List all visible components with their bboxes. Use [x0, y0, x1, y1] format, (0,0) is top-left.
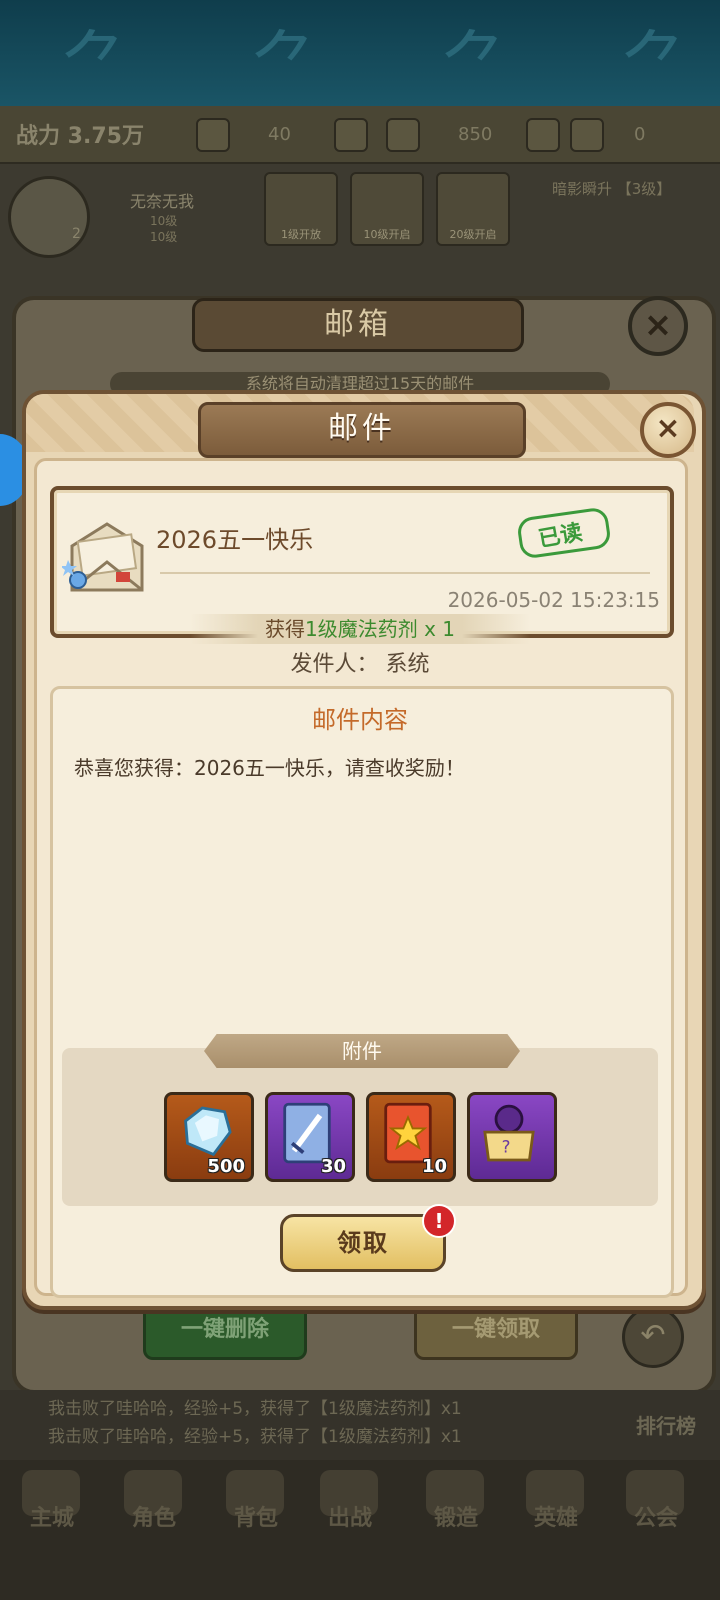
- add-gold-icon[interactable]: [526, 118, 560, 152]
- nav-item-bag[interactable]: 背包: [216, 1500, 296, 1532]
- close-button[interactable]: ×: [640, 402, 696, 458]
- mailbox-title: 邮箱: [192, 298, 524, 352]
- ticket-count: 0: [634, 124, 646, 145]
- nav-item-role[interactable]: 角色: [114, 1500, 194, 1532]
- mystery-chest-icon: ?: [483, 1104, 535, 1162]
- svg-text:?: ?: [502, 1137, 511, 1157]
- attachment-item[interactable]: ?: [467, 1092, 557, 1182]
- player-stat: 10级: [150, 214, 178, 228]
- attachment-item[interactable]: 30: [265, 1092, 355, 1182]
- decor-glyph: ⺈: [620, 23, 690, 105]
- nav-item-home[interactable]: 主城: [12, 1500, 92, 1532]
- slot-label: 20级开启: [449, 228, 497, 241]
- nav-item-hero[interactable]: 英雄: [516, 1500, 596, 1532]
- gold-icon: [386, 118, 420, 152]
- decor-glyph: ⺈: [60, 23, 130, 105]
- hero-slot[interactable]: 20级开启: [436, 172, 510, 246]
- content-body: 恭喜您获得：2026五一快乐，请查收奖励！: [74, 756, 465, 780]
- side-skill-text: 暗影瞬升 【3级】: [552, 180, 672, 198]
- attachment-item[interactable]: 10: [366, 1092, 456, 1182]
- gain-qty: x 1: [417, 617, 455, 641]
- gain-item: 1级魔法药剂: [304, 617, 418, 641]
- nav-item-guild[interactable]: 公会: [616, 1500, 696, 1532]
- gain-notice: 获得1级魔法药剂 x 1: [190, 614, 530, 644]
- slot-label: 1级开放: [281, 228, 321, 241]
- attachment-count: 30: [320, 1156, 346, 1177]
- add-gem-icon[interactable]: [334, 118, 368, 152]
- gain-prefix: 获得: [264, 617, 305, 641]
- slot-label: 10级开启: [363, 228, 411, 241]
- mail-subject: 2026五一快乐: [156, 526, 314, 554]
- attachments-label: 附件: [204, 1034, 520, 1068]
- decor-glyph: ⺈: [440, 23, 510, 105]
- hero-slot[interactable]: 1级开放: [264, 172, 338, 246]
- mailbox-close-button[interactable]: ×: [628, 296, 688, 356]
- rank-label[interactable]: 排行榜: [636, 1410, 696, 1439]
- chat-line: 我击败了哇哈哈，经验+5，获得了【1级魔法药剂】x1: [48, 1399, 462, 1419]
- mail-date: 2026-05-02 15:23:15: [447, 588, 660, 612]
- ticket-icon: [570, 118, 604, 152]
- envelope-icon: [62, 522, 144, 592]
- dialog-title: 邮件: [198, 402, 526, 458]
- content-title: 邮件内容: [312, 706, 408, 734]
- chat-line: 我击败了哇哈哈，经验+5，获得了【1级魔法药剂】x1: [48, 1427, 462, 1447]
- gem-icon: [196, 118, 230, 152]
- player-avatar[interactable]: [8, 176, 90, 258]
- decor-glyph: ⺈: [250, 23, 320, 105]
- power-label: 战力 3.75万: [16, 124, 144, 149]
- divider: [160, 572, 650, 574]
- attachments-area: [62, 1048, 658, 1206]
- gem-count: 40: [268, 124, 291, 145]
- attachment-count: 500: [207, 1156, 245, 1177]
- gold-count: 850: [458, 124, 493, 145]
- alert-badge-icon: !: [422, 1204, 456, 1238]
- back-arrow-icon[interactable]: ↶: [622, 1306, 684, 1368]
- attachment-item[interactable]: 500: [164, 1092, 254, 1182]
- top-banner: ⺈ ⺈ ⺈ ⺈: [0, 0, 720, 106]
- player-level: 2: [72, 226, 81, 242]
- nav-item-forge[interactable]: 锻造: [416, 1500, 496, 1532]
- nav-item-battle[interactable]: 出战: [310, 1500, 390, 1532]
- player-stat: 10级: [150, 230, 178, 244]
- mail-sender: 发件人： 系统: [290, 652, 430, 677]
- player-name: 无奈无我: [130, 192, 195, 211]
- hero-slot[interactable]: 10级开启: [350, 172, 424, 246]
- attachment-count: 10: [421, 1156, 447, 1177]
